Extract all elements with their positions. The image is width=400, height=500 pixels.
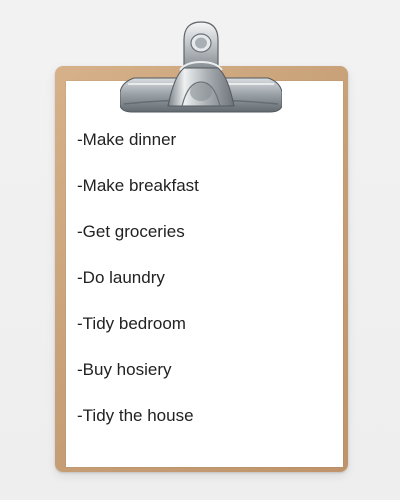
- list-item: -Make breakfast: [77, 176, 199, 195]
- list-item: -Get groceries: [77, 222, 185, 241]
- metal-clip-icon: [119, 20, 283, 114]
- list-item: -Do laundry: [77, 268, 165, 287]
- list-item: -Buy hosiery: [77, 360, 172, 379]
- todo-list: -Make dinner -Make breakfast -Get grocer…: [77, 123, 199, 445]
- list-item: -Make dinner: [77, 130, 177, 149]
- clipboard-scene: -Make dinner -Make breakfast -Get grocer…: [0, 0, 400, 500]
- list-item: -Tidy bedroom: [77, 314, 186, 333]
- list-item: -Tidy the house: [77, 406, 194, 425]
